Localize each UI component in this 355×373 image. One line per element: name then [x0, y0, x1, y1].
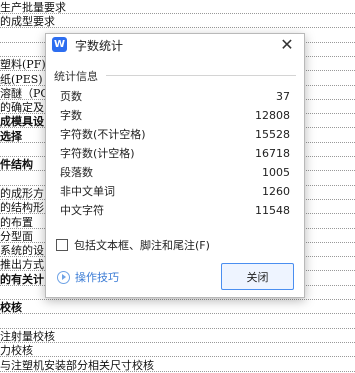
- stat-value: 37: [276, 90, 290, 103]
- document-page: 生产批量要求 的成型要求 塑料(PF) 纸(PES) 溶醚（PC 的确定及 成模具设 选择 件结…: [0, 0, 355, 373]
- wps-writer-icon: W: [52, 37, 67, 52]
- close-icon[interactable]: ✕: [276, 34, 298, 56]
- stat-value: 16718: [255, 147, 290, 160]
- checkbox-label: 包括文本框、脚注和尾注(F): [74, 239, 210, 252]
- document-line-rule: [0, 370, 355, 372]
- tips-label: 操作技巧: [75, 271, 119, 284]
- stat-value: 11548: [255, 204, 290, 217]
- stat-label: 非中文单词: [60, 185, 115, 198]
- include-textboxes-footnotes-checkbox[interactable]: 包括文本框、脚注和尾注(F): [56, 238, 210, 254]
- word-count-dialog: W 字数统计 ✕ 统计信息 页数 37 字数 12808 字符数(不计空格) 1…: [45, 33, 305, 298]
- dialog-title: 字数统计: [75, 39, 124, 53]
- stat-label: 字符数(不计空格): [60, 128, 146, 141]
- section-divider: [106, 75, 296, 76]
- stat-row-paragraphs: 段落数 1005: [60, 163, 290, 182]
- stat-value: 1260: [262, 185, 290, 198]
- tips-link[interactable]: 操作技巧: [57, 270, 119, 286]
- document-line-rule: [0, 27, 355, 29]
- stat-label: 段落数: [60, 166, 93, 179]
- stat-label: 字数: [60, 109, 82, 122]
- play-circle-icon: [57, 270, 70, 284]
- dialog-titlebar[interactable]: W 字数统计 ✕: [46, 34, 304, 58]
- close-button[interactable]: 关闭: [221, 263, 294, 290]
- stat-value: 12808: [255, 109, 290, 122]
- stat-row-words: 字数 12808: [60, 106, 290, 125]
- stat-row-chinese-chars: 中文字符 11548: [60, 201, 290, 220]
- document-line-rule: [0, 341, 355, 343]
- stat-label: 中文字符: [60, 204, 104, 217]
- stat-label: 字符数(计空格): [60, 147, 135, 160]
- stats-list: 页数 37 字数 12808 字符数(不计空格) 15528 字符数(计空格) …: [60, 87, 290, 220]
- stat-value: 15528: [255, 128, 290, 141]
- section-header: 统计信息: [54, 70, 98, 83]
- stat-row-pages: 页数 37: [60, 87, 290, 106]
- checkbox-box[interactable]: [56, 239, 68, 251]
- stat-row-chars-no-spaces: 字符数(不计空格) 15528: [60, 125, 290, 144]
- stat-row-chars-with-spaces: 字符数(计空格) 16718: [60, 144, 290, 163]
- stat-value: 1005: [262, 166, 290, 179]
- stat-label: 页数: [60, 90, 82, 103]
- stat-row-non-chinese-words: 非中文单词 1260: [60, 182, 290, 201]
- document-line-rule: [0, 299, 355, 300]
- document-line-rule: [0, 313, 355, 315]
